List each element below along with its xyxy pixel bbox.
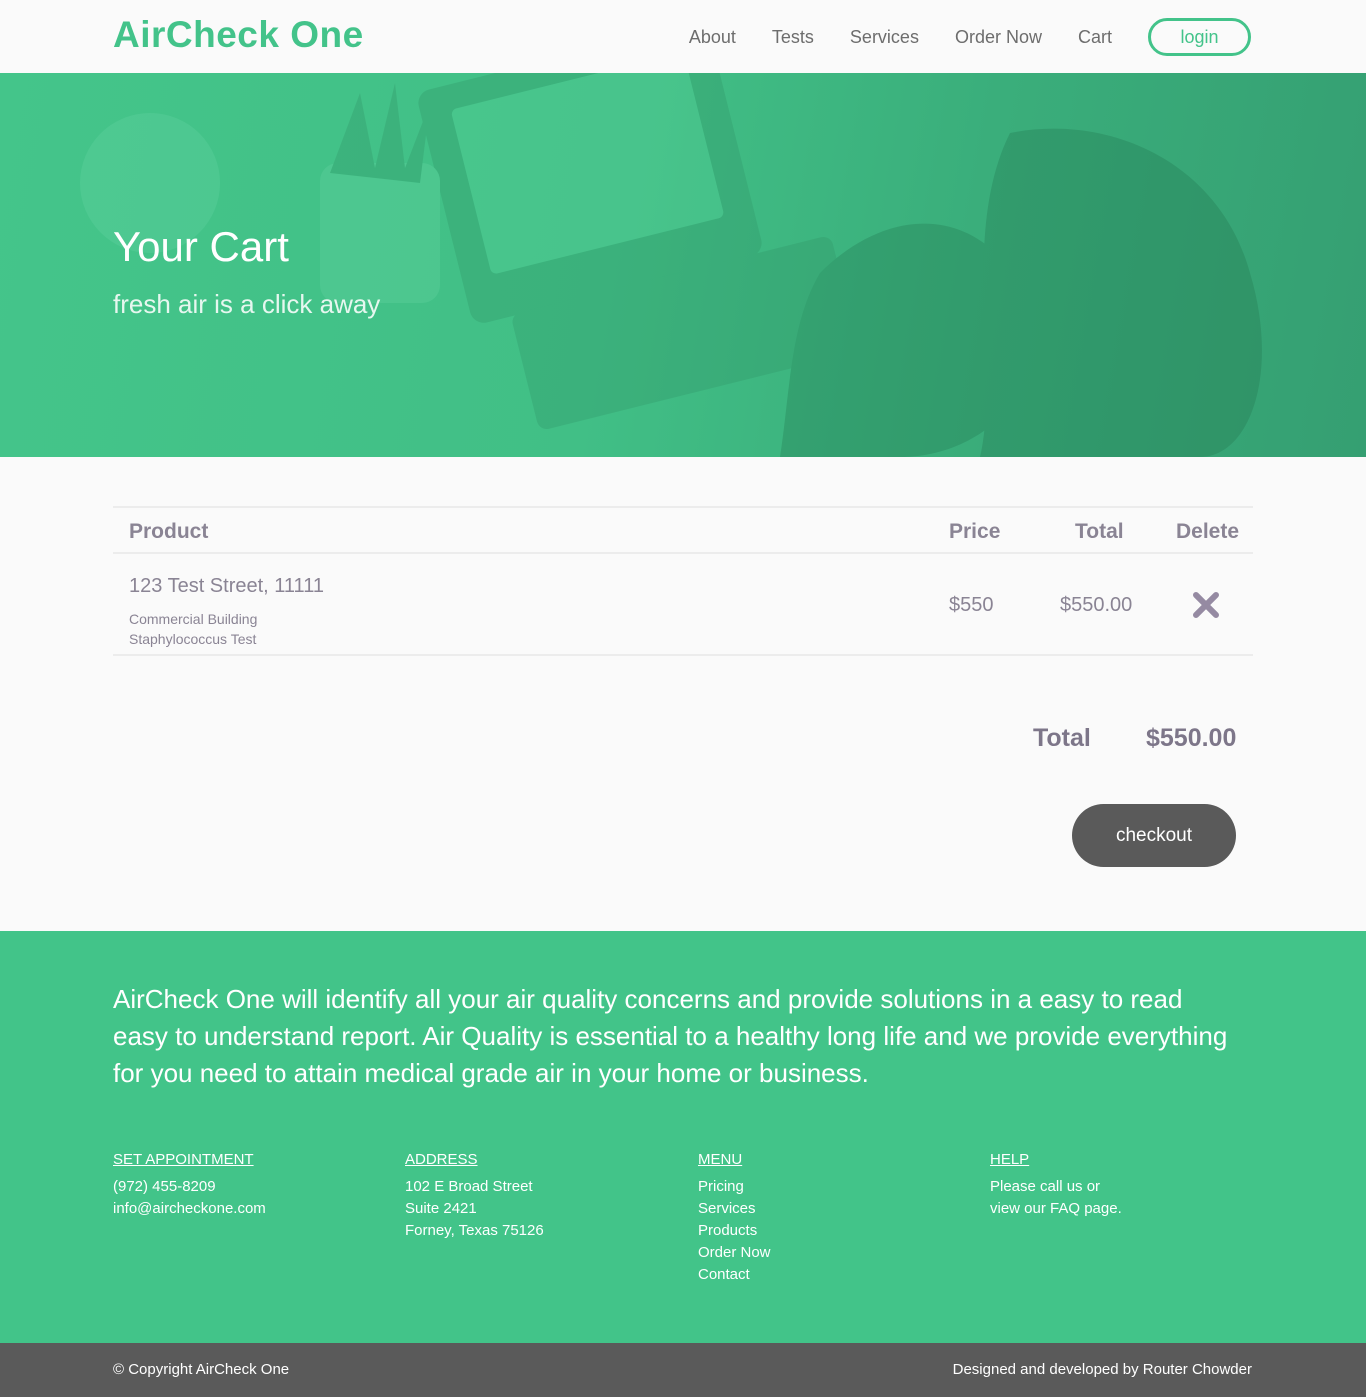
footer-link-services[interactable]: Services — [698, 1198, 771, 1220]
column-product: Product — [129, 520, 209, 543]
footer-help-line[interactable]: view our FAQ page. — [990, 1198, 1122, 1220]
product-details: Commercial Building Staphylococcus Test — [129, 609, 257, 649]
footer-link-pricing[interactable]: Pricing — [698, 1176, 771, 1198]
bottom-bar: © Copyright AirCheck One Designed and de… — [0, 1343, 1366, 1397]
close-icon — [1193, 592, 1219, 618]
table-row: 123 Test Street, 11111 Commercial Buildi… — [113, 554, 1253, 656]
item-total: $550.00 — [1060, 594, 1133, 616]
cart-table-header: Product Price Total Delete — [113, 506, 1253, 554]
credit-text: Designed and developed by Router Chowder — [952, 1361, 1252, 1378]
footer-heading-menu[interactable]: MENU — [698, 1149, 771, 1171]
checkout-button[interactable]: checkout — [1072, 804, 1236, 867]
site-footer: AirCheck One will identify all your air … — [0, 931, 1366, 1343]
footer-address-line: Forney, Texas 75126 — [405, 1222, 544, 1239]
footer-appointment: SET APPOINTMENT (972) 455-8209 info@airc… — [113, 1149, 266, 1220]
cart-table: Product Price Total Delete 123 Test Stre… — [113, 506, 1253, 656]
nav-about[interactable]: About — [689, 27, 736, 48]
footer-help: HELP Please call us or view our FAQ page… — [990, 1149, 1122, 1220]
nav-order-now[interactable]: Order Now — [955, 27, 1042, 48]
footer-link-contact[interactable]: Contact — [698, 1264, 771, 1286]
product-building: Commercial Building — [129, 611, 258, 627]
column-total: Total — [1075, 520, 1124, 543]
product-name: 123 Test Street, 11111 — [129, 575, 324, 597]
nav-cart[interactable]: Cart — [1078, 27, 1112, 48]
column-price: Price — [949, 520, 1001, 543]
footer-address: ADDRESS 102 E Broad Street Suite 2421 Fo… — [405, 1149, 544, 1242]
copyright-text: © Copyright AirCheck One — [113, 1361, 290, 1378]
item-price: $550 — [949, 594, 994, 616]
footer-link-order-now[interactable]: Order Now — [698, 1242, 771, 1264]
footer-phone[interactable]: (972) 455-8209 — [113, 1176, 266, 1198]
footer-email[interactable]: info@aircheckone.com — [113, 1198, 266, 1220]
footer-help-line: Please call us or — [990, 1178, 1101, 1195]
footer-heading-address[interactable]: ADDRESS — [405, 1149, 544, 1171]
footer-link-products[interactable]: Products — [698, 1220, 771, 1242]
product-test: Staphylococcus Test — [129, 631, 257, 647]
delete-item-button[interactable] — [1191, 590, 1221, 620]
page-title: Your Cart — [113, 223, 289, 270]
footer-about-text: AirCheck One will identify all your air … — [113, 984, 1228, 1088]
footer-address-line: Suite 2421 — [405, 1200, 477, 1217]
column-delete: Delete — [1176, 520, 1240, 543]
cart-total-value: $550.00 — [1146, 724, 1237, 752]
login-button[interactable]: login — [1148, 18, 1251, 56]
page-subtitle: fresh air is a click away — [113, 289, 381, 319]
footer-address-line: 102 E Broad Street — [405, 1178, 533, 1195]
cart-total-label: Total — [1033, 724, 1091, 752]
footer-menu: MENU Pricing Services Products Order Now… — [698, 1149, 771, 1286]
footer-heading-help[interactable]: HELP — [990, 1149, 1122, 1171]
footer-heading-appointment[interactable]: SET APPOINTMENT — [113, 1149, 266, 1171]
site-header: AirCheck One About Tests Services Order … — [0, 0, 1366, 73]
hero-banner: Your Cart fresh air is a click away — [0, 73, 1366, 457]
nav-tests[interactable]: Tests — [772, 27, 814, 48]
main-nav: About Tests Services Order Now Cart logi… — [653, 18, 1251, 56]
brand-logo[interactable]: AirCheck One — [113, 14, 364, 56]
nav-services[interactable]: Services — [850, 27, 919, 48]
